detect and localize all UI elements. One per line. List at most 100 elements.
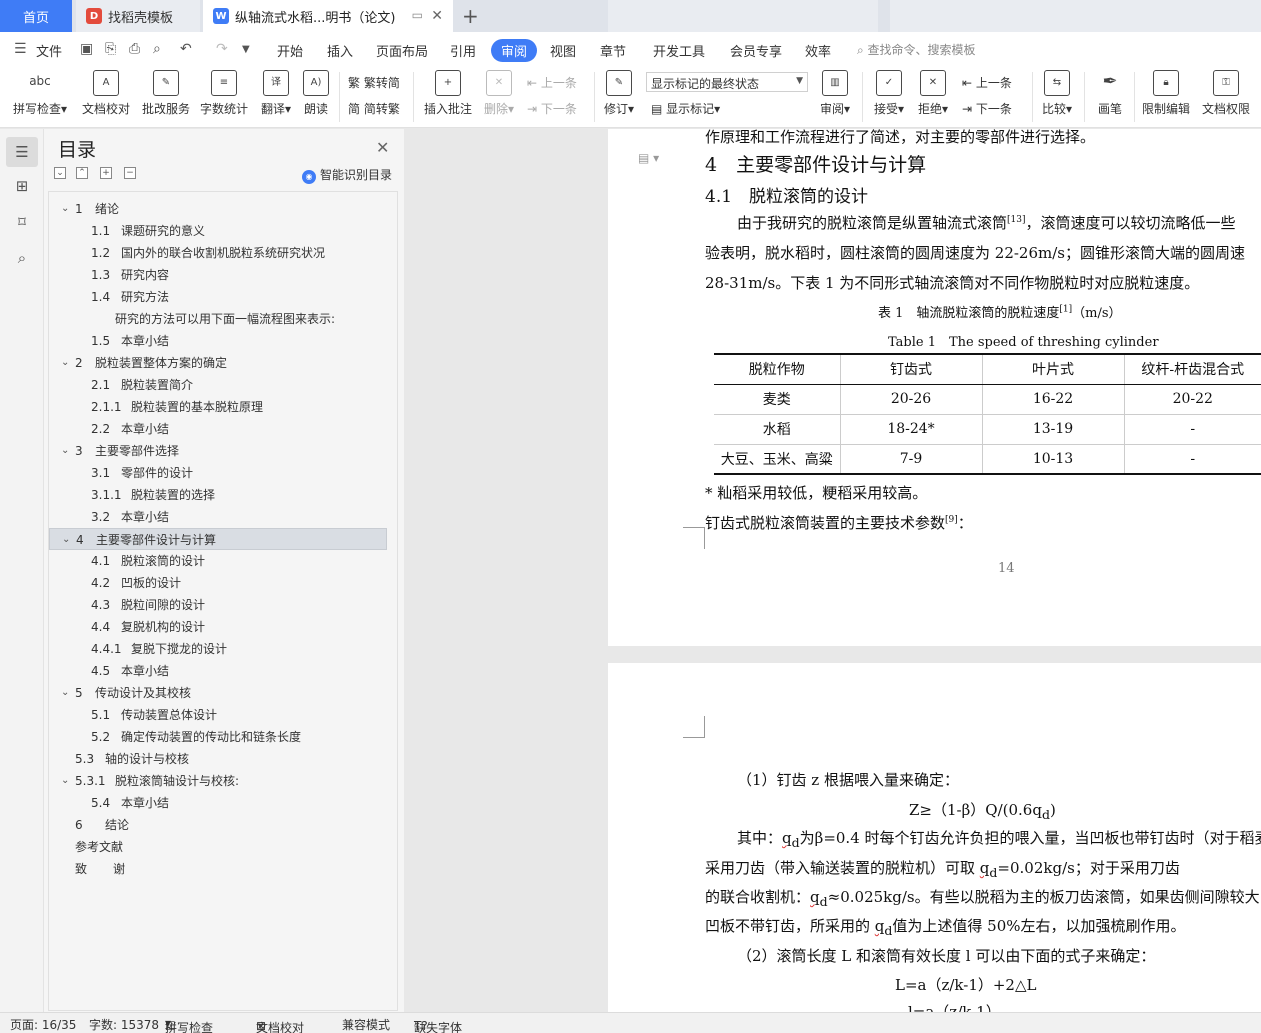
- collapse-all-icon[interactable]: ⌄: [54, 167, 66, 179]
- chevron-down-icon[interactable]: ⌄: [61, 198, 69, 220]
- pen-button[interactable]: ✒ 画笔: [1094, 70, 1126, 117]
- toc-item[interactable]: 2.2 本章小结: [49, 418, 387, 440]
- track-changes-button[interactable]: ✎ 修订▾: [600, 70, 638, 117]
- toc-item[interactable]: 6 结论: [49, 814, 387, 836]
- toc-item[interactable]: ⌄ 3 主要零部件选择: [49, 440, 387, 462]
- toc-item[interactable]: 5.4 本章小结: [49, 792, 387, 814]
- menu-view[interactable]: 视图: [550, 41, 576, 60]
- chevron-down-icon[interactable]: ⌄: [62, 529, 70, 551]
- translate-button[interactable]: 译 翻译▾: [257, 70, 295, 117]
- word-count-button[interactable]: ≡ 字数统计: [198, 70, 250, 117]
- undo-icon[interactable]: ↶: [180, 41, 192, 57]
- delete-comment-button[interactable]: ✕ 删除▾: [480, 70, 518, 117]
- paragraph-icon[interactable]: ▤ ▾: [638, 151, 659, 165]
- toc-item[interactable]: 5.2 确定传动装置的传动比和链条长度: [49, 726, 387, 748]
- toc-item[interactable]: 2.1.1 脱粒装置的基本脱粒原理: [49, 396, 387, 418]
- toc-panel-icon[interactable]: ☰: [6, 137, 38, 167]
- toc-item[interactable]: ⌄ 5.3.1 脱粒滚筒轴设计与校核:: [49, 770, 387, 792]
- toc-item[interactable]: ⌄ 4 主要零部件设计与计算: [49, 528, 387, 550]
- toc-item[interactable]: 5.3 轴的设计与校核: [49, 748, 387, 770]
- hamburger-icon[interactable]: ☰: [14, 41, 27, 57]
- chevron-down-icon[interactable]: ⌄: [61, 352, 69, 374]
- show-markup-button[interactable]: ▤ 显示标记▾: [651, 100, 720, 117]
- read-aloud-button[interactable]: A) 朗读: [301, 70, 331, 117]
- batch-service-button[interactable]: ✎ 批改服务: [140, 70, 192, 117]
- toc-item[interactable]: 4.2 凹板的设计: [49, 572, 387, 594]
- pin-icon[interactable]: ▭: [412, 8, 423, 22]
- toc-item[interactable]: 参考文献: [49, 836, 387, 858]
- status-spell-check[interactable]: ☑ 拼写检查 ▾: [165, 1016, 213, 1033]
- close-icon[interactable]: ✕: [376, 138, 389, 157]
- toc-item[interactable]: 1.1 课题研究的意义: [49, 220, 387, 242]
- toc-item[interactable]: ⌄ 5 传动设计及其校核: [49, 682, 387, 704]
- expand-up-icon[interactable]: ⌃: [76, 167, 88, 179]
- chevron-down-icon[interactable]: ⌄: [61, 770, 69, 792]
- doc-permission-button[interactable]: ⚿ 文档权限: [1200, 70, 1252, 117]
- toc-item[interactable]: ⌄ 2 脱粒装置整体方案的确定: [49, 352, 387, 374]
- print-icon[interactable]: ⎙: [129, 41, 140, 57]
- toc-item[interactable]: 3.1.1 脱粒装置的选择: [49, 484, 387, 506]
- spell-check-button[interactable]: abc 拼写检查▾: [10, 70, 70, 117]
- next-comment-button[interactable]: ⇥ 下一条: [527, 100, 577, 117]
- toc-item[interactable]: 致谢: [49, 858, 387, 880]
- menu-devtools[interactable]: 开发工具: [653, 41, 705, 60]
- prev-comment-button[interactable]: ⇤ 上一条: [527, 74, 577, 91]
- next-change-button[interactable]: ⇥ 下一条: [962, 100, 1012, 117]
- toc-item[interactable]: 4.4.1 复脱下搅龙的设计: [49, 638, 387, 660]
- search-icon[interactable]: ⌕: [12, 249, 32, 269]
- tab-template[interactable]: D 找稻壳模板: [76, 0, 200, 32]
- reject-button[interactable]: ✕ 拒绝▾: [914, 70, 952, 117]
- trad-to-simp-button[interactable]: 繁 繁转简: [348, 74, 400, 91]
- add-level-icon[interactable]: +: [100, 167, 112, 179]
- close-icon[interactable]: ✕: [431, 8, 443, 24]
- toc-item[interactable]: 5.1 传动装置总体设计: [49, 704, 387, 726]
- doc-proof-button[interactable]: A 文档校对: [80, 70, 132, 117]
- toc-item[interactable]: 研究的方法可以用下面一幅流程图来表示:: [49, 308, 387, 330]
- toc-item[interactable]: 3.1 零部件的设计: [49, 462, 387, 484]
- chevron-down-icon[interactable]: ▼: [242, 44, 250, 55]
- smart-toc-button[interactable]: ◉ 智能识别目录: [302, 166, 392, 184]
- menu-member[interactable]: 会员专享: [730, 41, 782, 60]
- menu-file[interactable]: 文件: [36, 41, 62, 60]
- toc-item[interactable]: 4.5 本章小结: [49, 660, 387, 682]
- accept-button[interactable]: ✓ 接受▾: [870, 70, 908, 117]
- toc-item[interactable]: 1.5 本章小结: [49, 330, 387, 352]
- review-pane-button[interactable]: ▥ 审阅▾: [816, 70, 854, 117]
- compat-mode[interactable]: 兼容模式: [342, 1016, 390, 1033]
- nav-pane-icon[interactable]: ⊞: [12, 177, 32, 197]
- toc-item[interactable]: 4.4 复脱机构的设计: [49, 616, 387, 638]
- tab-home[interactable]: 首页: [0, 0, 72, 32]
- toc-item[interactable]: ⌄ 1 绪论: [49, 198, 387, 220]
- menu-efficiency[interactable]: 效率: [805, 41, 831, 60]
- save-icon[interactable]: ▣: [80, 41, 93, 57]
- export-icon[interactable]: ⎘: [105, 41, 116, 57]
- toc-item[interactable]: 2.1 脱粒装置简介: [49, 374, 387, 396]
- menu-chapter[interactable]: 章节: [600, 41, 626, 60]
- insert-comment-button[interactable]: + 插入批注: [422, 70, 474, 117]
- page-indicator[interactable]: 页面: 16/35: [10, 1016, 76, 1033]
- compare-button[interactable]: ⇆ 比较▾: [1038, 70, 1076, 117]
- menu-insert[interactable]: 插入: [327, 41, 353, 60]
- toc-item[interactable]: 1.3 研究内容: [49, 264, 387, 286]
- toc-item[interactable]: 3.2 本章小结: [49, 506, 387, 528]
- bookmark-icon[interactable]: ⌑: [12, 213, 32, 233]
- chevron-down-icon[interactable]: ⌄: [61, 440, 69, 462]
- markup-mode-select[interactable]: 显示标记的最终状态 ▼: [646, 72, 808, 92]
- menu-reference[interactable]: 引用: [450, 41, 476, 60]
- remove-level-icon[interactable]: −: [124, 167, 136, 179]
- toc-item[interactable]: 4.1 脱粒滚筒的设计: [49, 550, 387, 572]
- chevron-down-icon[interactable]: ⌄: [61, 682, 69, 704]
- prev-change-button[interactable]: ⇤ 上一条: [962, 74, 1012, 91]
- toc-item[interactable]: 4.3 脱粒间隙的设计: [49, 594, 387, 616]
- preview-icon[interactable]: ⌕: [153, 41, 161, 57]
- simp-to-trad-button[interactable]: 简 简转繁: [348, 100, 400, 117]
- word-count[interactable]: 字数: 15378: [89, 1016, 159, 1033]
- new-tab-button[interactable]: +: [462, 4, 479, 28]
- menu-layout[interactable]: 页面布局: [376, 41, 428, 60]
- restrict-edit-button[interactable]: 🔒︎ 限制编辑: [1140, 70, 1192, 117]
- menu-review[interactable]: 审阅: [491, 39, 538, 62]
- menu-start[interactable]: 开始: [277, 41, 303, 60]
- toc-item[interactable]: 1.2 国内外的联合收割机脱粒系统研究状况: [49, 242, 387, 264]
- command-search[interactable]: ⌕ 查找命令、搜索模板: [857, 41, 976, 58]
- redo-icon[interactable]: ↷: [216, 41, 228, 57]
